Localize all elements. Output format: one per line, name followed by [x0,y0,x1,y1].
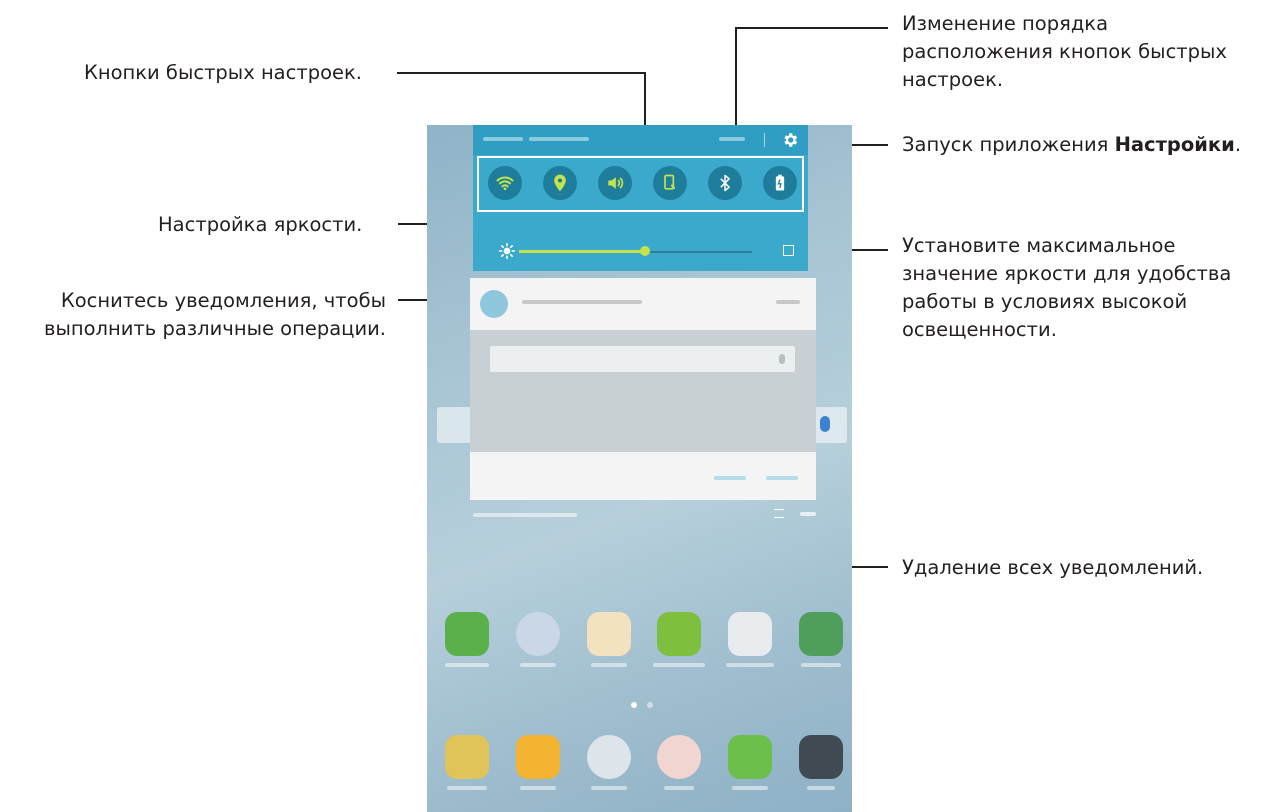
app-label [447,786,487,790]
wifi-button[interactable] [488,166,522,200]
brightness-row [473,231,808,271]
notification-app-icon [480,290,508,318]
app-label [664,786,694,790]
app-label [520,786,556,790]
callout-text: выполнить различные операции. [43,317,386,340]
callout-reorder: Изменение порядка расположения кнопок бы… [902,10,1227,94]
brightness-icon [499,243,515,259]
brightness-thumb[interactable] [640,246,650,256]
callout-text: работы в условиях высокой [902,290,1188,313]
callout-text: . [1234,133,1242,156]
app-tile[interactable] [728,612,772,656]
page-indicator [647,702,653,708]
callout-text: освещенности. [902,318,1057,341]
callout-max-brightness: Установите максимальное значение яркости… [902,232,1231,344]
callout-launch-settings: Запуск приложения Настройки. [902,131,1241,159]
app-label [801,663,841,667]
app-label [591,663,627,667]
callout-text: Кнопки быстрых настроек. [84,61,362,84]
callout-text: Настройка яркости. [158,213,363,236]
app-tile[interactable] [799,612,843,656]
tablet-screen [427,125,852,812]
callout-text: Запуск приложения [902,133,1115,156]
callout-text: Изменение порядка [902,12,1109,35]
callout-touch-notification: Коснитесь уведомления, чтобы выполнить р… [8,287,386,343]
leader-line [735,27,737,137]
power-saving-button[interactable] [763,166,797,200]
delete-button[interactable] [766,476,798,480]
share-button[interactable] [714,476,746,480]
callout-text: настроек. [902,68,1004,91]
callout-text: расположения кнопок быстрых [902,40,1227,63]
app-label [807,786,835,790]
app-tile[interactable] [516,612,560,656]
sort-icon[interactable] [774,509,784,518]
app-label [591,786,627,790]
leader-line [736,27,888,29]
app-tile[interactable] [728,735,772,779]
callout-text: значение яркости для удобства [902,262,1232,285]
gear-icon[interactable] [781,131,799,149]
bluetooth-icon [720,174,730,192]
callout-text-bold: Настройки [1114,133,1235,156]
callout-text: Коснитесь уведомления, чтобы [60,289,386,312]
notification-title [522,300,642,304]
app-tile[interactable] [587,612,631,656]
mic-icon[interactable] [820,416,830,432]
wifi-icon [496,176,514,191]
app-tile[interactable] [657,612,701,656]
apps-grid-icon[interactable] [799,735,843,779]
sound-icon [608,177,624,189]
notification-time [776,300,800,304]
power-saving-icon [775,174,785,191]
page-indicator [631,702,637,708]
bluetooth-button[interactable] [708,166,742,200]
notification-panel [473,125,808,271]
quick-settings-highlight [477,156,804,212]
mic-icon[interactable] [779,354,785,364]
app-label [520,663,556,667]
app-label [732,786,768,790]
notification-card[interactable] [470,278,816,500]
status-time [483,137,523,141]
app-label [653,663,705,667]
location-button[interactable] [543,166,577,200]
location-icon [554,174,566,192]
clear-all-button[interactable] [800,512,816,516]
callout-quick-buttons: Кнопки быстрых настроек. [84,59,362,87]
callout-clear-all: Удаление всех уведомлений. [902,554,1203,582]
outdoor-mode-checkbox[interactable] [783,245,794,256]
app-tile[interactable] [445,612,489,656]
callout-text: Установите максимальное [902,234,1176,257]
status-bar [473,125,808,155]
callout-brightness: Настройка яркости. [158,211,362,239]
app-tile[interactable] [516,735,560,779]
status-date [529,137,589,141]
screen-rotation-icon [664,174,676,190]
no-sim-text [473,513,577,517]
screen-rotation-button[interactable] [653,166,687,200]
leader-line [397,72,645,74]
app-tile[interactable] [657,735,701,779]
sound-button[interactable] [598,166,632,200]
app-tile[interactable] [445,735,489,779]
app-label [445,663,489,667]
divider [764,133,765,147]
edit-button[interactable] [719,137,745,141]
app-tile[interactable] [587,735,631,779]
reply-field[interactable] [490,346,795,372]
brightness-fill [519,250,645,253]
callout-text: Удаление всех уведомлений. [902,556,1204,579]
app-label [726,663,774,667]
